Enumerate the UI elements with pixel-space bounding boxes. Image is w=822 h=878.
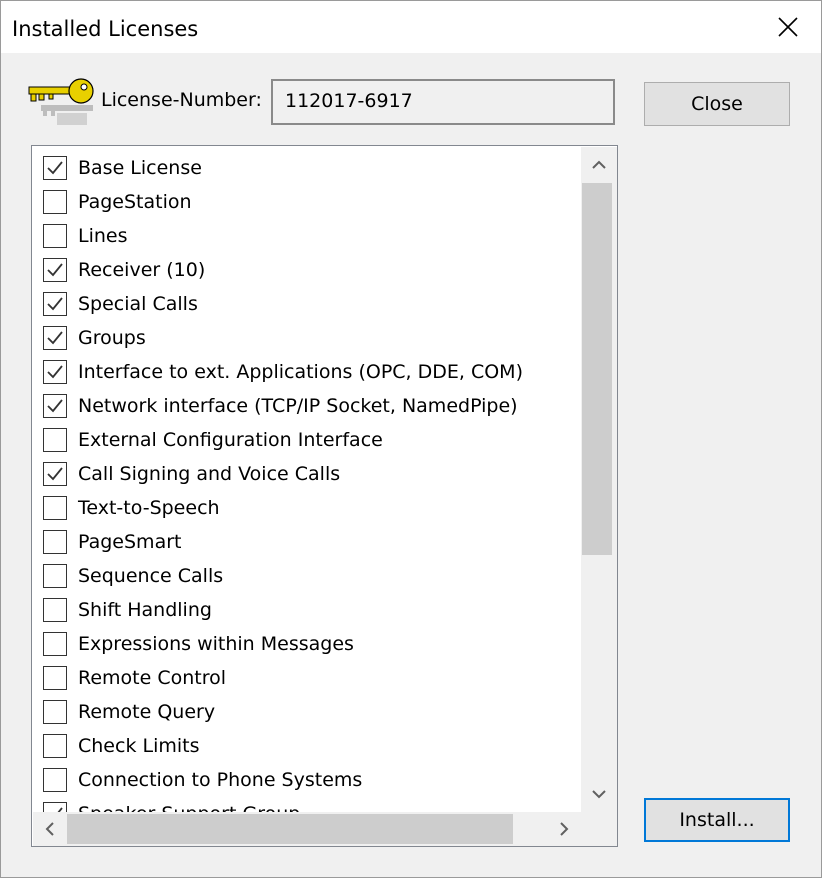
license-checkbox[interactable] <box>43 360 67 384</box>
license-item-label: Network interface (TCP/IP Socket, NamedP… <box>78 395 518 417</box>
license-item-label: Special Calls <box>78 293 198 315</box>
scroll-up-icon[interactable] <box>581 147 617 183</box>
license-item-label: Connection to Phone Systems <box>78 769 363 791</box>
license-item[interactable]: Network interface (TCP/IP Socket, NamedP… <box>33 389 581 423</box>
license-item[interactable]: Speaker Support Group <box>33 797 581 812</box>
license-item[interactable]: Connection to Phone Systems <box>33 763 581 797</box>
scroll-right-icon[interactable] <box>547 812 581 846</box>
window-title: Installed Licenses <box>12 17 199 41</box>
license-item-label: Interface to ext. Applications (OPC, DDE… <box>78 361 523 383</box>
license-checkbox[interactable] <box>43 530 67 554</box>
license-item[interactable]: Base License <box>33 151 581 185</box>
license-item-label: External Configuration Interface <box>78 429 383 451</box>
license-item[interactable]: Sequence Calls <box>33 559 581 593</box>
license-item[interactable]: External Configuration Interface <box>33 423 581 457</box>
checkmark-icon <box>57 807 63 812</box>
checkmark-icon <box>47 331 63 345</box>
license-checkbox[interactable] <box>43 190 67 214</box>
license-item-label: Check Limits <box>78 735 200 757</box>
vertical-scrollbar[interactable] <box>581 147 617 812</box>
license-item-label: Expressions within Messages <box>78 633 354 655</box>
license-item[interactable]: Remote Query <box>33 695 581 729</box>
license-item[interactable]: Interface to ext. Applications (OPC, DDE… <box>33 355 581 389</box>
license-checkbox[interactable] <box>43 632 67 656</box>
license-item[interactable]: Special Calls <box>33 287 581 321</box>
checkmark-icon <box>47 297 63 311</box>
license-checkbox[interactable] <box>43 666 67 690</box>
license-checkbox[interactable] <box>43 734 67 758</box>
license-item-label: Groups <box>78 327 146 349</box>
license-item[interactable]: Expressions within Messages <box>33 627 581 661</box>
license-checkbox[interactable] <box>43 428 67 452</box>
license-item-label: Shift Handling <box>78 599 212 621</box>
licenses-list[interactable]: Base License PageStation Lines Receiver (10… <box>31 145 618 847</box>
license-item[interactable]: Groups <box>33 321 581 355</box>
license-item-label: Call Signing and Voice Calls <box>78 463 341 485</box>
license-number-label: License-Number: <box>101 89 262 111</box>
license-item[interactable]: PageStation <box>33 185 581 219</box>
scroll-left-icon[interactable] <box>33 812 67 846</box>
key-icon <box>27 75 99 129</box>
license-item[interactable]: Text-to-Speech <box>33 491 581 525</box>
checkmark-icon <box>47 399 63 413</box>
scrollbar-corner <box>581 812 617 846</box>
license-item-label: Speaker Support Group <box>78 803 300 812</box>
license-item-label: Lines <box>78 225 128 247</box>
license-item[interactable]: Lines <box>33 219 581 253</box>
license-item-label: Base License <box>78 157 202 179</box>
license-item[interactable]: Check Limits <box>33 729 581 763</box>
title-bar: Installed Licenses <box>1 1 821 53</box>
vertical-scroll-thumb[interactable] <box>582 183 612 555</box>
license-checkbox[interactable] <box>43 598 67 622</box>
license-checkbox[interactable] <box>43 700 67 724</box>
license-checkbox[interactable] <box>43 496 67 520</box>
license-item[interactable]: Shift Handling <box>33 593 581 627</box>
license-item-label: Remote Control <box>78 667 227 689</box>
license-checkbox[interactable] <box>43 258 67 282</box>
close-icon[interactable] <box>769 9 807 45</box>
checkmark-icon <box>47 467 63 481</box>
license-item[interactable]: Call Signing and Voice Calls <box>33 457 581 491</box>
checkmark-icon <box>47 263 63 277</box>
license-item-label: Receiver (10) <box>78 259 206 281</box>
horizontal-scrollbar[interactable] <box>33 812 581 846</box>
license-checkbox[interactable] <box>43 768 67 792</box>
installed-licenses-dialog: Installed Licenses License-Number: 11201… <box>0 0 822 878</box>
licenses-list-viewport: Base License PageStation Lines Receiver (10… <box>33 147 581 812</box>
license-number-field[interactable]: 112017-6917 <box>271 79 615 125</box>
scroll-down-icon[interactable] <box>581 776 617 812</box>
close-button[interactable]: Close <box>644 82 790 126</box>
license-checkbox[interactable] <box>43 156 67 180</box>
license-item-label: Sequence Calls <box>78 565 224 587</box>
checkmark-icon <box>47 365 63 379</box>
license-checkbox[interactable] <box>43 394 67 418</box>
license-item-label: Text-to-Speech <box>78 497 220 519</box>
license-checkbox[interactable] <box>43 224 67 248</box>
license-item-label: Remote Query <box>78 701 216 723</box>
checkmark-icon <box>47 161 63 175</box>
install-button[interactable]: Install... <box>644 798 790 842</box>
license-item-label: PageStation <box>78 191 192 213</box>
license-checkbox[interactable] <box>43 326 67 350</box>
license-checkbox[interactable] <box>43 802 67 812</box>
license-item[interactable]: PageSmart <box>33 525 581 559</box>
horizontal-scroll-thumb[interactable] <box>67 814 513 844</box>
license-item-label: PageSmart <box>78 531 182 553</box>
license-checkbox[interactable] <box>43 564 67 588</box>
license-item[interactable]: Remote Control <box>33 661 581 695</box>
license-item[interactable]: Receiver (10) <box>33 253 581 287</box>
license-checkbox[interactable] <box>43 292 67 316</box>
license-checkbox[interactable] <box>43 462 67 486</box>
